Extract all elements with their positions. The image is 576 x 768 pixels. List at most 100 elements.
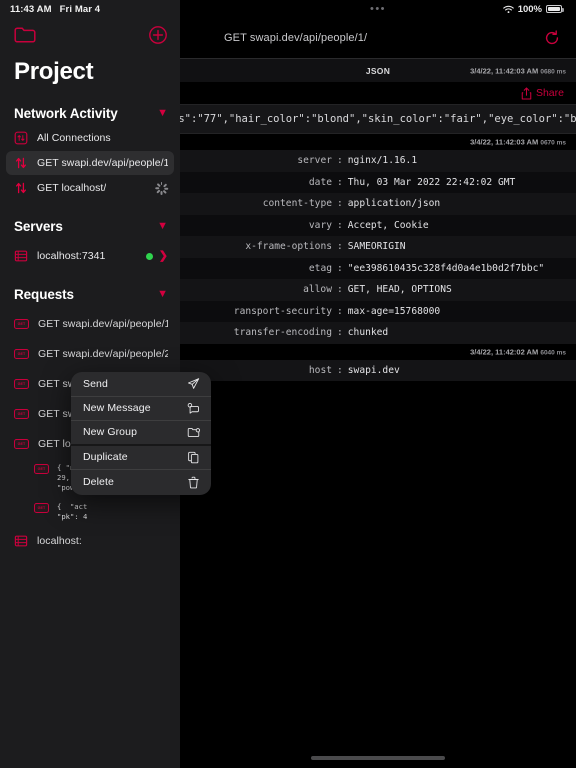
share-icon[interactable]	[521, 87, 532, 100]
table-row[interactable]: etag: "ee398610435c328f4d0a4e1b0d2f7bbc"	[180, 257, 576, 279]
context-menu[interactable]: Send New Message New Group Duplicate Del…	[71, 372, 211, 495]
sidebar-item-all-connections[interactable]: All Connections	[6, 126, 174, 150]
table-row[interactable]: host: swapi.dev	[180, 359, 576, 381]
sidebar-item-label: GET localhost/	[37, 182, 107, 194]
context-menu-item-new-group[interactable]: New Group	[71, 421, 211, 446]
response-body-preview[interactable]: ss":"77","hair_color":"blond","skin_colo…	[180, 104, 576, 134]
list-item-server-localhost[interactable]: localhost:	[6, 529, 174, 553]
duration-text: 6040 ms	[540, 349, 566, 356]
context-menu-item-label: Send	[83, 377, 108, 390]
sidebar-item-get-swapi-people-1[interactable]: GET swapi.dev/api/people/1/	[6, 151, 174, 175]
request-title: GET swapi.dev/api/people/1/	[224, 32, 368, 44]
table-row[interactable]: content-type: application/json	[180, 193, 576, 215]
timestamp-text: 3/4/22, 11:42:03 AM	[470, 137, 539, 147]
sidebar-toolbar	[0, 18, 180, 52]
app-root: 11:43 AM Fri Mar 4 Project Network Activ…	[0, 0, 576, 768]
list-item-label: GET swapi.dev/api/people/1/	[38, 318, 168, 330]
header-key: server	[297, 155, 332, 167]
page-title: Project	[14, 58, 94, 85]
status-indicators: 100%	[502, 4, 564, 15]
duration-text: 0670 ms	[540, 139, 566, 147]
list-item[interactable]: GET { "act "pk": 4	[26, 502, 174, 522]
multitask-handle-icon[interactable]: •••	[370, 3, 386, 15]
duration-text: 0680 ms	[540, 68, 566, 75]
header-value: chunked	[347, 327, 389, 339]
table-row[interactable]: x-frame-options: SAMEORIGIN	[180, 236, 576, 258]
sidebar-item-trailing: ❯	[145, 250, 168, 262]
updown-arrows-icon	[14, 181, 28, 195]
section-label: Network Activity	[14, 105, 118, 121]
table-row[interactable]: transfer-encoding: chunked	[180, 322, 576, 344]
header-key: allow	[303, 284, 332, 296]
main-panel: ••• 100% GET swapi.dev/api/people/1/ JSO…	[180, 0, 576, 768]
header-value: GET, HEAD, OPTIONS	[347, 284, 452, 296]
context-menu-item-duplicate[interactable]: Duplicate	[71, 446, 211, 470]
sidebar-item-get-localhost[interactable]: GET localhost/	[6, 176, 174, 200]
context-menu-item-label: New Message	[83, 402, 151, 415]
context-menu-item-delete[interactable]: Delete	[71, 470, 211, 495]
main-title-bar: GET swapi.dev/api/people/1/	[180, 18, 576, 58]
list-item[interactable]: GET GET swapi.dev/api/people/2/	[6, 342, 174, 366]
chevron-down-icon[interactable]: ▼	[157, 288, 168, 300]
share-label[interactable]: Share	[536, 87, 564, 99]
colon-separator: :	[337, 284, 343, 296]
header-value: "ee398610435c328f4d0a4e1b0d2f7bbc"	[347, 262, 545, 274]
add-request-button[interactable]	[148, 25, 168, 45]
sidebar-item-trailing	[154, 181, 168, 195]
home-indicator[interactable]	[311, 756, 445, 760]
header-value: max-age=15768000	[347, 305, 441, 317]
chevron-down-icon[interactable]: ▼	[157, 107, 168, 119]
context-menu-item-label: Duplicate	[83, 451, 128, 464]
colon-separator: :	[337, 305, 343, 317]
trash-icon	[187, 476, 200, 489]
colon-separator: :	[337, 176, 343, 188]
colon-separator: :	[337, 241, 343, 253]
section-label: Servers	[14, 218, 63, 234]
colon-separator: :	[337, 198, 343, 210]
context-menu-item-send[interactable]: Send	[71, 372, 211, 397]
table-row[interactable]: allow: GET, HEAD, OPTIONS	[180, 279, 576, 301]
updown-arrows-icon	[14, 156, 28, 170]
chevron-right-icon[interactable]: ❯	[159, 250, 168, 262]
table-row[interactable]: ransport-security: max-age=15768000	[180, 300, 576, 322]
colon-separator: :	[337, 327, 343, 339]
context-menu-item-new-message[interactable]: New Message	[71, 397, 211, 421]
table-row[interactable]: date: Thu, 03 Mar 2022 22:42:02 GMT	[180, 171, 576, 193]
header-key: etag	[308, 262, 332, 274]
list-item-label: GET swapi.dev/api/people/2/	[38, 348, 168, 360]
section-header-network-activity[interactable]: Network Activity ▼	[0, 101, 180, 125]
header-key: transfer-encoding	[233, 327, 332, 339]
list-item-label: localhost:	[37, 535, 82, 547]
header-value: Accept, Cookie	[347, 219, 429, 231]
header-key: content-type	[262, 198, 332, 210]
refresh-icon[interactable]	[544, 30, 560, 46]
colon-separator: :	[337, 364, 343, 376]
header-key: ransport-security	[233, 305, 332, 317]
context-menu-item-label: Delete	[83, 476, 114, 489]
timestamp-text: 3/4/22, 11:42:03 AM	[470, 66, 539, 75]
main-status-bar: ••• 100%	[180, 0, 576, 18]
sidebar-item-server-localhost-7341[interactable]: localhost:7341 ❯	[6, 244, 174, 268]
header-value: application/json	[347, 198, 441, 210]
chevron-down-icon[interactable]: ▼	[157, 220, 168, 232]
header-key: date	[308, 176, 332, 188]
section-header-requests[interactable]: Requests ▼	[0, 282, 180, 306]
status-time: 11:43 AM	[10, 3, 52, 15]
folder-icon[interactable]	[14, 26, 36, 44]
colon-separator: :	[337, 155, 343, 167]
table-row[interactable]: server: nginx/1.16.1	[180, 150, 576, 172]
headers-timestamp-strip: 3/4/22, 11:42:03 AM 0670 ms	[180, 134, 576, 150]
response-header: JSON 3/4/22, 11:42:03 AM 0680 ms	[180, 58, 576, 82]
method-badge-icon: GET	[14, 409, 29, 419]
sidebar-status-bar: 11:43 AM Fri Mar 4	[0, 0, 180, 18]
duplicate-icon	[187, 451, 200, 464]
method-badge-icon: GET	[14, 379, 29, 389]
section-header-servers[interactable]: Servers ▼	[0, 214, 180, 238]
list-item[interactable]: GET GET swapi.dev/api/people/1/	[6, 312, 174, 336]
response-body-text: ss":"77","hair_color":"blond","skin_colo…	[180, 113, 576, 125]
table-row[interactable]: vary: Accept, Cookie	[180, 214, 576, 236]
header-value: Thu, 03 Mar 2022 22:42:02 GMT	[347, 176, 516, 188]
sidebar-item-label: localhost:7341	[37, 250, 106, 262]
server-icon	[14, 249, 28, 263]
spinner-icon	[154, 181, 168, 195]
